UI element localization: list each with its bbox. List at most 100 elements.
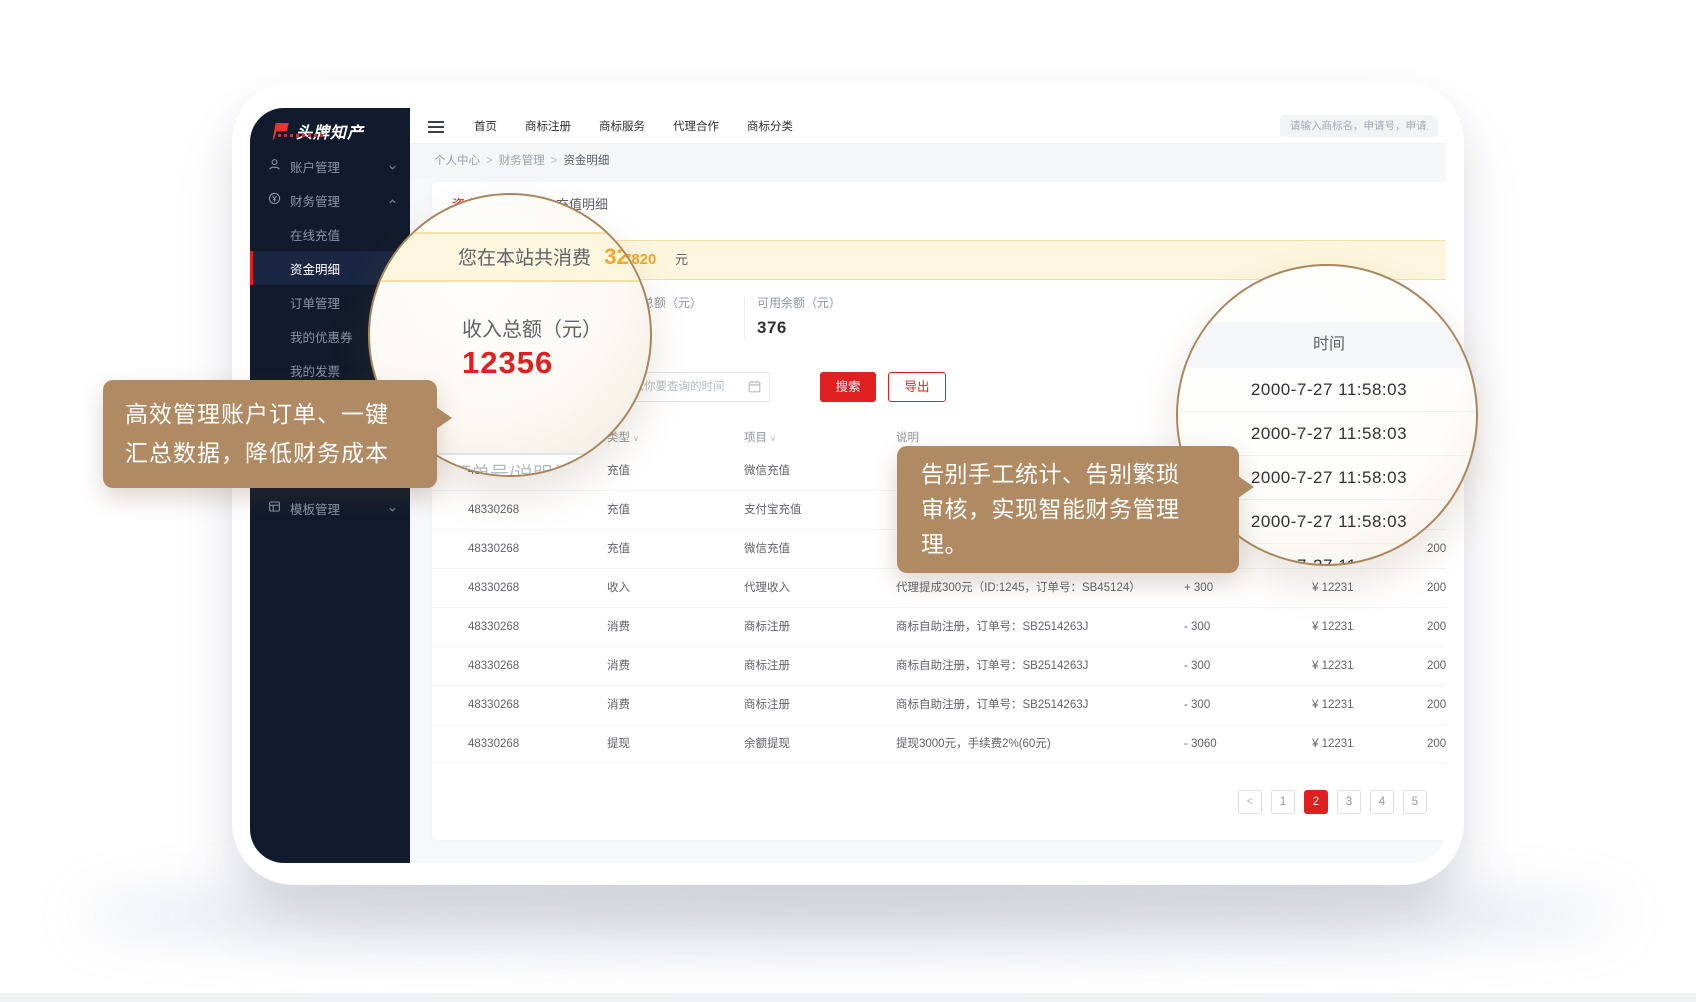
breadcrumb-separator: >	[551, 155, 558, 167]
breadcrumb-separator: >	[486, 155, 493, 167]
topnav-item-商标服务[interactable]: 商标服务	[599, 118, 645, 134]
sidebar-item-财务管理[interactable]: 财务管理	[250, 183, 410, 217]
column-header-项目[interactable]: 项目∨	[744, 424, 776, 453]
sidebar-item-label: 账户管理	[290, 157, 340, 176]
stat-balance: 可用余额（元） 376	[757, 294, 841, 338]
pagination-page-2[interactable]: 2	[1304, 790, 1328, 814]
table-cell: 消费	[607, 608, 630, 647]
table-row: 48330268消费商标注册商标自助注册，订单号：SB2514263J- 300…	[432, 647, 1446, 686]
table-cell: 支付宝充值	[744, 491, 802, 530]
table-cell: 48330268	[468, 530, 519, 569]
table-cell: 微信充值	[744, 452, 790, 491]
table-cell: 微信充值	[744, 530, 790, 569]
magnified-banner: 您在本站共消费 32124	[368, 232, 652, 282]
calendar-icon[interactable]	[748, 380, 761, 398]
magnified-banner-prefix: 您在本站共消费	[458, 248, 591, 269]
top-navigation: 首页 商标注册 商标服务 代理合作 商标分类	[474, 108, 793, 144]
page-bottom-strip	[0, 993, 1696, 1002]
table-cell: 2000-7-27 11:58:03	[1427, 608, 1446, 647]
pagination-page-5[interactable]: 5	[1403, 790, 1427, 814]
sidebar-item-模板管理[interactable]: 模板管理	[250, 491, 410, 525]
template-icon	[268, 500, 281, 516]
table-cell: 48330268	[468, 647, 519, 686]
table-cell: 48330268	[468, 686, 519, 725]
topnav-item-代理合作[interactable]: 代理合作	[673, 118, 719, 134]
pagination-prev-button[interactable]: <	[1238, 790, 1262, 814]
stat-divider	[744, 298, 745, 340]
laptop-floor-shadow	[80, 886, 1620, 944]
table-cell: 48330268	[468, 491, 519, 530]
breadcrumb-item[interactable]: 财务管理	[499, 155, 545, 167]
sidebar-item-label: 在线充值	[290, 225, 340, 244]
callout-left-line: 高效管理账户订单、一键	[125, 395, 415, 434]
table-cell: 48330268	[468, 608, 519, 647]
table-cell: 商标自助注册，订单号：SB2514263J	[896, 647, 1088, 686]
sidebar-item-label: 我的优惠券	[290, 327, 353, 346]
banner-unit: 元	[675, 241, 688, 279]
table-row: 48330268 收入 代理收入 代理提成300元（ID:1245，订单号：SB451…	[432, 569, 1446, 608]
table-cell: - 300	[1184, 647, 1210, 686]
search-button[interactable]: 搜索	[820, 372, 876, 402]
sidebar-item-账户管理[interactable]: 账户管理	[250, 149, 410, 183]
stat-balance-label: 可用余额（元）	[757, 294, 841, 311]
magnified-time-value: 2000-7-27 11:58:03	[1176, 368, 1478, 412]
stat-balance-value: 376	[757, 318, 841, 338]
table-cell: 2000-7-27 11:58:03	[1427, 647, 1446, 686]
table-cell: 商标注册	[744, 647, 790, 686]
table-cell: 充值	[607, 491, 630, 530]
topnav-item-商标注册[interactable]: 商标注册	[525, 118, 571, 134]
magnified-keyword-input: 订单号/说明关键	[434, 453, 652, 477]
table-cell: 2000-7-27 11:58:03	[1427, 686, 1446, 725]
table-cell: 商标注册	[744, 608, 790, 647]
sidebar-item-label: 资金明细	[290, 259, 340, 278]
pagination-page-1[interactable]: 1	[1271, 790, 1295, 814]
table-cell: 提现	[607, 725, 630, 764]
table-cell: 48330268	[468, 569, 519, 608]
table-cell: 充值	[607, 530, 630, 569]
table-cell: - 300	[1184, 608, 1210, 647]
table-cell: 提现3000元，手续费2%(60元)	[896, 725, 1051, 764]
trademark-search-input[interactable]	[1280, 115, 1438, 137]
table-cell: - 3060	[1184, 725, 1217, 764]
finance-icon	[268, 192, 281, 208]
callout-left-line: 汇总数据，降低财务成本	[125, 434, 415, 473]
topnav-item-商标分类[interactable]: 商标分类	[747, 118, 793, 134]
sidebar-item-label: 财务管理	[290, 191, 340, 210]
table-cell: ¥ 12231	[1312, 608, 1354, 647]
magnified-banner-amount: 32124	[604, 244, 652, 269]
table-cell: 商标注册	[744, 686, 790, 725]
sidebar-item-label: 我的发票	[290, 361, 340, 380]
magnified-income-value: 12356	[462, 345, 553, 381]
chevron-down-icon	[388, 161, 397, 175]
page-background: 头牌知产 账户管理财务管理在线充值资金明细订单管理我的优惠券我的发票模板管理 首…	[0, 0, 1696, 1002]
table-cell: 收入	[607, 569, 630, 608]
breadcrumb-item: 资金明细	[563, 155, 609, 167]
export-button[interactable]: 导出	[888, 372, 946, 402]
table-cell: 代理提成300元（ID:1245，订单号：SB45124）	[896, 569, 1141, 608]
breadcrumb-item[interactable]: 个人中心	[434, 155, 480, 167]
sort-chevron-icon: ∨	[770, 434, 776, 443]
callout-right-line: 理。	[921, 527, 1215, 562]
table-cell: 48330268	[468, 725, 519, 764]
table-cell: 商标自助注册，订单号：SB2514263J	[896, 608, 1088, 647]
pagination-page-4[interactable]: 4	[1370, 790, 1394, 814]
sidebar-item-label: 模板管理	[290, 499, 340, 518]
user-icon	[268, 158, 281, 174]
pagination-page-3[interactable]: 3	[1337, 790, 1361, 814]
table-cell: 消费	[607, 686, 630, 725]
table-cell: ¥ 12231	[1312, 569, 1354, 608]
table-row: 48330268提现余额提现提现3000元，手续费2%(60元)- 3060¥ …	[432, 725, 1446, 764]
pagination: <12345	[1238, 790, 1427, 814]
hamburger-menu-icon[interactable]	[428, 121, 444, 136]
table-cell: 代理收入	[744, 569, 790, 608]
logo-subtext-dots	[278, 134, 324, 137]
breadcrumb: 个人中心 > 财务管理 > 资金明细	[410, 144, 1446, 178]
magnified-income-label: 收入总额（元）	[462, 313, 602, 342]
topnav-item-首页[interactable]: 首页	[474, 118, 497, 134]
callout-right-line: 审核，实现智能财务管理	[921, 492, 1215, 527]
sidebar-item-label: 订单管理	[290, 293, 340, 312]
chevron-down-icon	[388, 503, 397, 517]
logo[interactable]: 头牌知产	[270, 119, 364, 143]
table-cell: - 300	[1184, 686, 1210, 725]
callout-right-line: 告别手工统计、告别繁琐	[921, 457, 1215, 492]
